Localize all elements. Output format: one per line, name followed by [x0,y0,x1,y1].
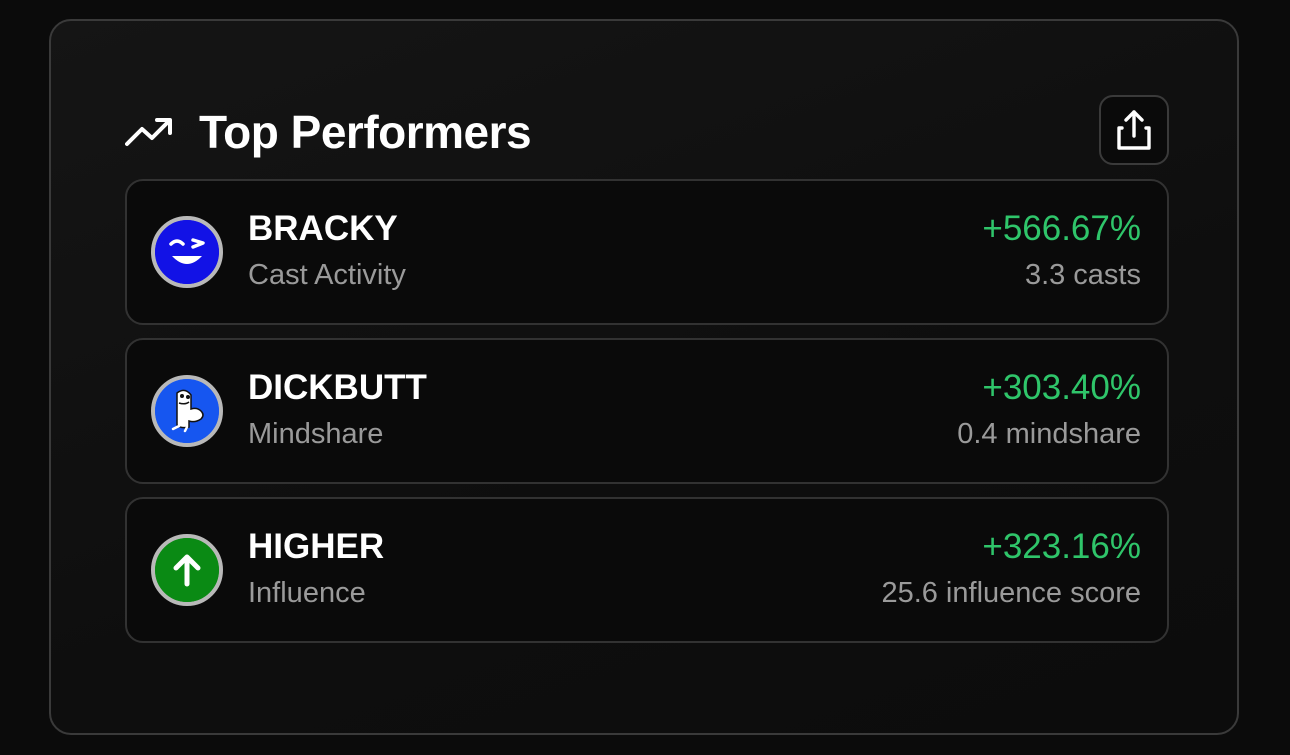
performer-row-bracky[interactable]: BRACKY Cast Activity +566.67% 3.3 casts [125,179,1169,325]
share-icon [1117,110,1151,150]
performer-change: +303.40% [982,368,1141,407]
performer-name: HIGHER [248,527,385,566]
performer-row-higher[interactable]: HIGHER Influence +323.16% 25.6 influence… [125,497,1169,643]
performer-value: 3.3 casts [1024,259,1141,291]
panel-title: Top Performers [199,106,532,158]
performer-metric: Cast Activity [248,259,406,291]
winking-face-icon [155,220,219,284]
performer-name: BRACKY [248,209,398,248]
cartoon-character-icon [155,379,219,443]
avatar [151,216,223,288]
avatar [151,375,223,447]
performer-metric: Influence [248,577,366,609]
top-performers-card: Top Performers BRACKY Cast Activity +566… [49,19,1239,735]
performer-metric: Mindshare [248,418,384,450]
trending-up-icon [125,118,172,146]
performer-row-dickbutt[interactable]: DICKBUTT Mindshare +303.40% 0.4 mindshar… [125,338,1169,484]
share-button[interactable] [1099,95,1169,165]
card-header: Top Performers [125,95,1169,167]
avatar [151,534,223,606]
performer-value: 25.6 influence score [881,577,1141,609]
performer-value: 0.4 mindshare [957,418,1141,450]
performer-name: DICKBUTT [248,368,427,407]
performer-change: +566.67% [982,209,1141,248]
performer-change: +323.16% [982,527,1141,566]
arrow-up-icon [155,538,219,602]
